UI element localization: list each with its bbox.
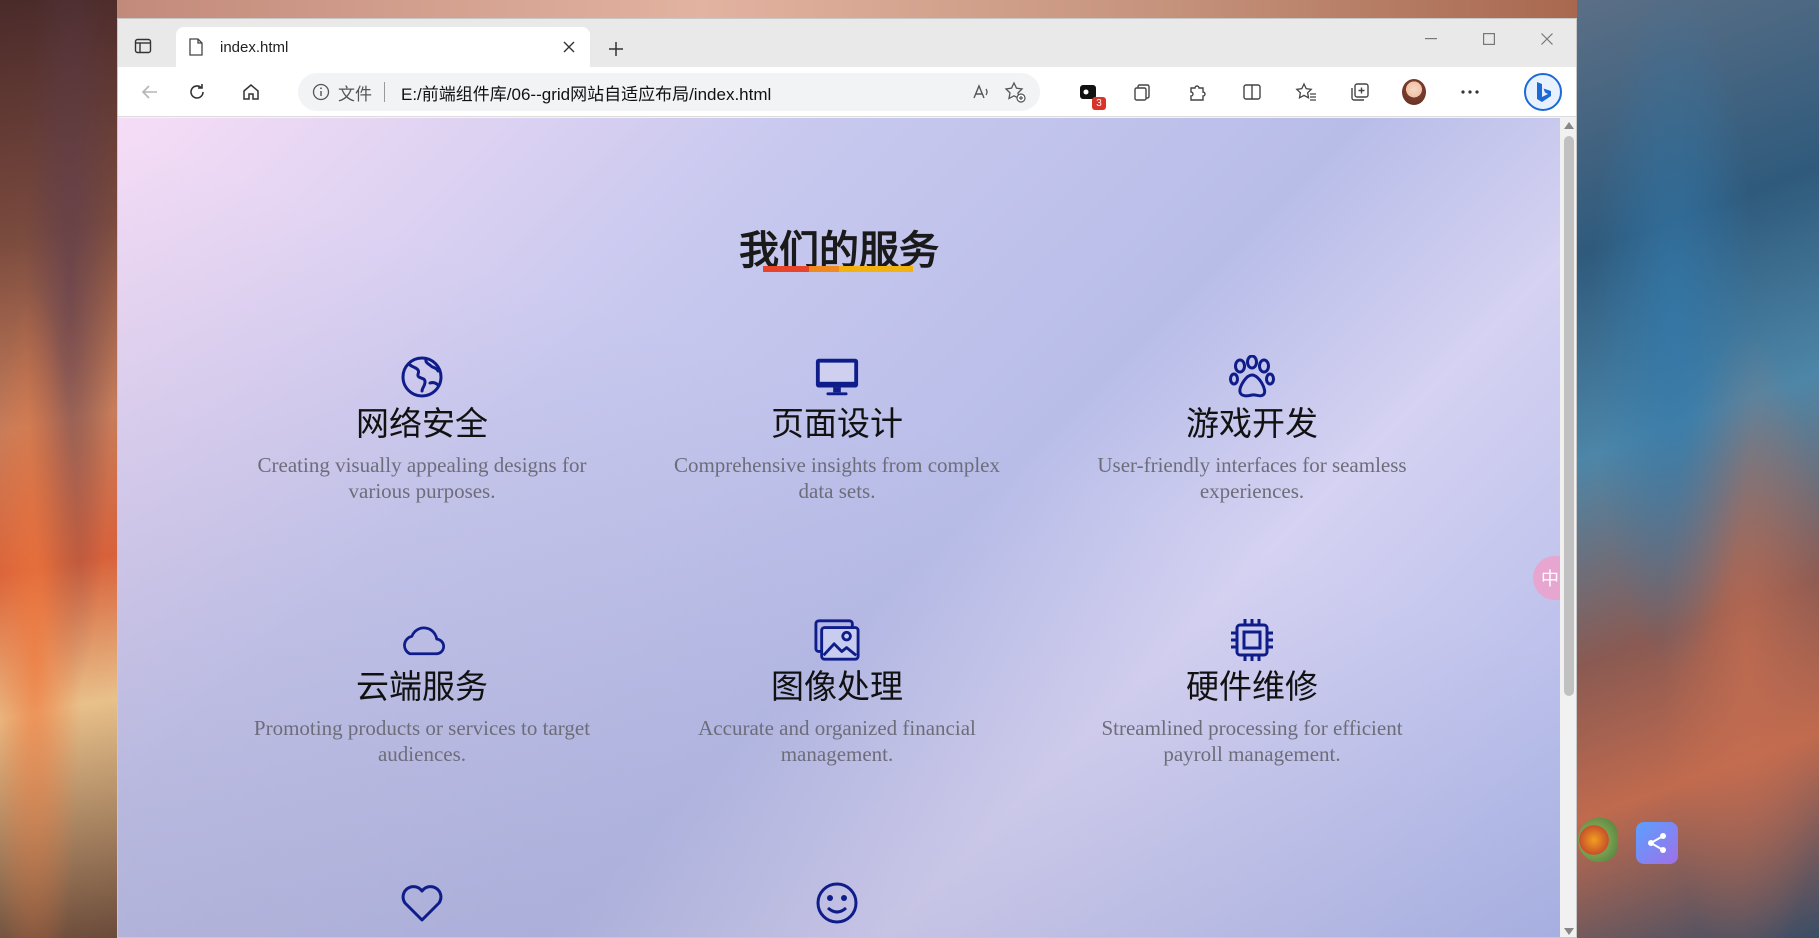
document-icon	[188, 38, 206, 56]
collections-icon[interactable]	[1348, 80, 1372, 104]
scroll-up-arrow[interactable]	[1564, 122, 1574, 129]
service-card	[242, 880, 602, 930]
extension-badge: 3	[1092, 97, 1106, 110]
underline-segment	[809, 266, 839, 272]
browser-window: index.html 文件 E:/前端组件库/06--grid网站自适应布局/i…	[117, 18, 1577, 938]
close-window-button[interactable]	[1518, 19, 1576, 59]
service-card: 硬件维修 Streamlined processing for efficien…	[1072, 617, 1432, 767]
address-bar[interactable]: 文件 E:/前端组件库/06--grid网站自适应布局/index.html	[298, 73, 1040, 111]
back-icon[interactable]	[138, 80, 162, 104]
scroll-thumb[interactable]	[1564, 136, 1574, 696]
refresh-icon[interactable]	[185, 80, 209, 104]
tab-title: index.html	[220, 38, 289, 56]
address-scheme-label: 文件	[338, 84, 372, 104]
desktop-wallpaper-top	[117, 0, 1577, 18]
service-description: Accurate and organized financial managem…	[698, 716, 976, 766]
service-description: User-friendly interfaces for seamless ex…	[1097, 453, 1407, 503]
profile-avatar[interactable]	[1402, 79, 1426, 105]
service-title: 云端服务	[356, 667, 488, 706]
home-icon[interactable]	[239, 80, 263, 104]
share-icon[interactable]	[1636, 822, 1678, 864]
close-icon[interactable]	[560, 38, 578, 56]
address-separator	[384, 82, 385, 102]
bing-copilot-icon[interactable]	[1524, 73, 1562, 111]
desktop-wallpaper-right	[1577, 0, 1819, 938]
service-description: Promoting products or services to target…	[253, 716, 591, 766]
images-icon	[814, 617, 860, 663]
read-aloud-icon[interactable]	[970, 81, 992, 103]
new-tab-button[interactable]	[604, 37, 628, 61]
service-title: 页面设计	[771, 404, 903, 443]
minimize-button[interactable]	[1402, 19, 1460, 59]
maximize-button[interactable]	[1460, 19, 1518, 59]
service-card: 图像处理 Accurate and organized financial ma…	[657, 617, 1017, 767]
window-controls	[1402, 19, 1576, 59]
service-card: 网络安全 Creating visually appealing designs…	[242, 354, 602, 504]
service-card: 云端服务 Promoting products or services to t…	[242, 617, 602, 767]
underline-segment	[763, 266, 809, 272]
paw-icon	[1229, 354, 1275, 400]
tab-strip: index.html	[118, 19, 1576, 67]
monitor-icon	[814, 354, 860, 400]
more-options-icon[interactable]	[1458, 80, 1482, 104]
heart-icon	[399, 880, 445, 926]
page-viewport: 我们的服务 网络安全 Creating visually appealing d…	[118, 118, 1560, 937]
vertical-scrollbar[interactable]	[1560, 118, 1576, 937]
translate-button[interactable]: 中	[1533, 556, 1560, 600]
service-description: Comprehensive insights from complex data…	[673, 453, 1001, 503]
service-card: 游戏开发 User-friendly interfaces for seamle…	[1072, 354, 1432, 504]
split-screen-icon[interactable]	[1240, 80, 1264, 104]
info-icon[interactable]	[312, 83, 330, 101]
service-description: Creating visually appealing designs for …	[257, 453, 587, 503]
service-card	[657, 880, 1017, 930]
cpu-icon	[1229, 617, 1275, 663]
tab-actions-icon[interactable]	[132, 35, 154, 57]
smile-icon	[814, 880, 860, 926]
tab-index-html[interactable]: index.html	[176, 27, 590, 67]
desktop-pet-icon[interactable]	[1578, 818, 1618, 862]
scroll-down-arrow[interactable]	[1564, 928, 1574, 935]
title-underline	[763, 266, 913, 272]
extensions-puzzle-icon[interactable]	[1185, 80, 1209, 104]
service-card: 页面设计 Comprehensive insights from complex…	[657, 354, 1017, 504]
address-url[interactable]: E:/前端组件库/06--grid网站自适应布局/index.html	[401, 80, 958, 105]
favorites-icon[interactable]	[1294, 80, 1318, 104]
service-title: 游戏开发	[1186, 404, 1318, 443]
service-description: Streamlined processing for efficient pay…	[1101, 716, 1403, 766]
add-favorite-icon[interactable]	[1004, 81, 1026, 103]
service-title: 硬件维修	[1186, 667, 1318, 706]
service-title: 图像处理	[771, 667, 903, 706]
service-title: 网络安全	[356, 404, 488, 443]
globe-icon	[399, 354, 445, 400]
browser-toolbar: 文件 E:/前端组件库/06--grid网站自适应布局/index.html 3	[118, 67, 1576, 117]
desktop-wallpaper-left	[0, 0, 117, 938]
copy-extension-icon[interactable]	[1130, 80, 1154, 104]
avatar	[1402, 79, 1426, 105]
extension-icon[interactable]: 3	[1076, 80, 1106, 110]
cloud-icon	[399, 617, 445, 663]
underline-segment	[839, 266, 913, 272]
